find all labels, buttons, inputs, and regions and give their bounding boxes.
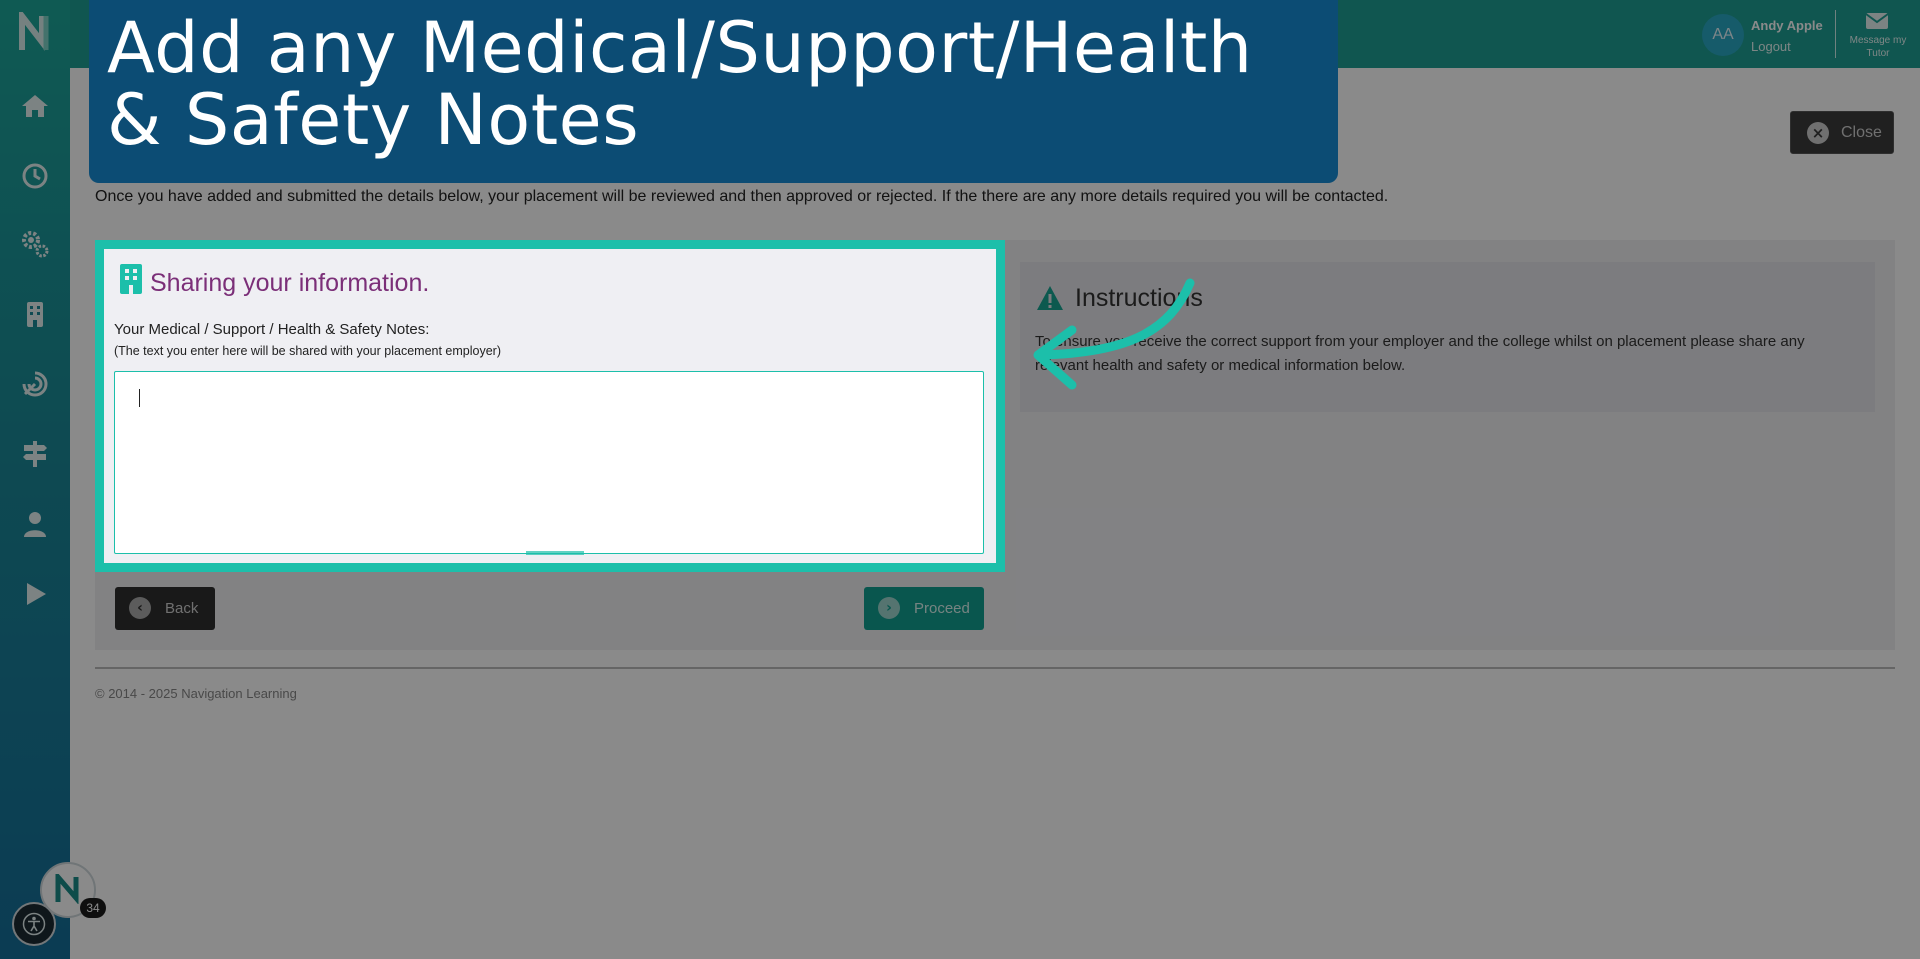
medical-notes-textarea[interactable] [114, 371, 984, 554]
headline-text: Add any Medical/Support/Health & Safety … [107, 7, 1253, 161]
headline-banner: Add any Medical/Support/Health & Safety … [89, 0, 1338, 183]
notes-field-hint: (The text you enter here will be shared … [114, 344, 501, 358]
building-icon [120, 264, 142, 294]
sharing-info-card: Sharing your information. Your Medical /… [95, 240, 1005, 572]
curved-arrow-icon [1033, 278, 1195, 390]
card-title: Sharing your information. [150, 269, 430, 297]
notes-field-label: Your Medical / Support / Health & Safety… [114, 321, 430, 338]
textarea-resize-handle[interactable] [526, 551, 584, 555]
text-caret [139, 389, 140, 407]
